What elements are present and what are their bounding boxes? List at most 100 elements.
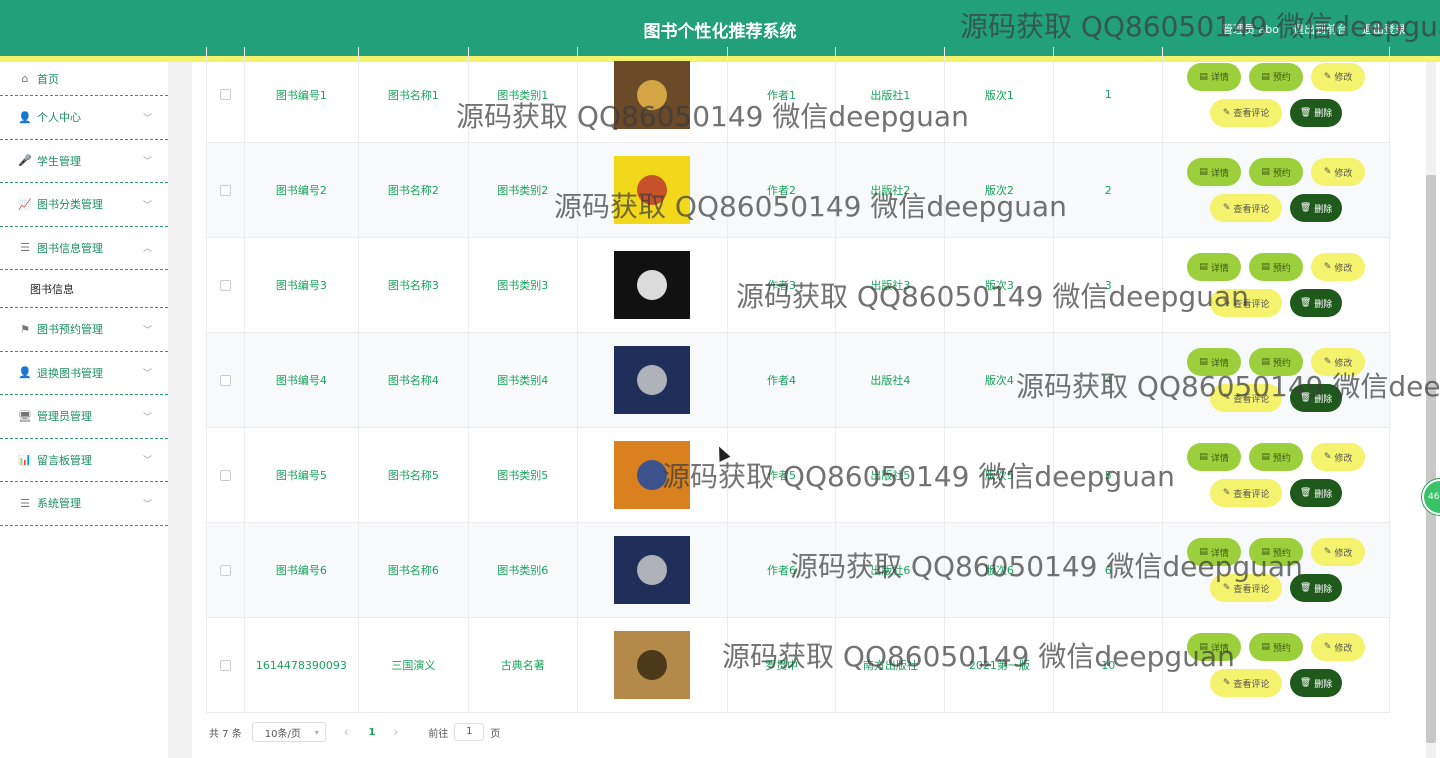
edit-button[interactable]: ✎ 修改	[1311, 538, 1366, 566]
edit-label: 修改	[1334, 643, 1353, 654]
goto-page-input[interactable]: 1	[454, 723, 485, 741]
book-author: 作者6	[728, 523, 837, 617]
sidebar-item[interactable]: 🖥 管理员管理 ﹀	[0, 395, 168, 439]
detail-button[interactable]: ▤ 详情	[1187, 633, 1242, 661]
book-cover-image[interactable]	[614, 536, 691, 604]
row-checkbox[interactable]	[219, 469, 231, 481]
page-size-select[interactable]: 10条/页 ▾	[251, 722, 326, 742]
sidebar-item[interactable]: 🎤 学生管理 ﹀	[0, 140, 168, 183]
cover-art	[637, 270, 668, 300]
edit-button[interactable]: ✎ 修改	[1311, 443, 1366, 471]
reserve-button[interactable]: ▤ 预约	[1249, 158, 1304, 186]
trash-icon: 🗑	[1299, 203, 1312, 213]
delete-label: 删除	[1314, 679, 1333, 690]
detail-button[interactable]: ▤ 详情	[1187, 253, 1242, 281]
floating-badge[interactable]: 46	[1422, 479, 1440, 515]
book-cover-image[interactable]	[614, 156, 691, 224]
sidebar-item-label: 留言板管理	[37, 453, 92, 467]
delete-label: 删除	[1314, 584, 1333, 595]
book-cover-cell	[578, 523, 728, 617]
view-reviews-button[interactable]: ✎ 查看评论	[1210, 98, 1283, 127]
edit-label: 修改	[1334, 548, 1353, 559]
detail-button[interactable]: ▤ 详情	[1187, 443, 1242, 471]
delete-button[interactable]: 🗑 删除	[1290, 574, 1343, 602]
edit-button[interactable]: ✎ 修改	[1311, 62, 1366, 91]
detail-button[interactable]: ▤ 详情	[1187, 158, 1242, 186]
book-cover-cell	[578, 47, 728, 142]
book-number: 图书编号6	[245, 523, 359, 617]
delete-button[interactable]: 🗑 删除	[1290, 669, 1343, 697]
delete-button[interactable]: 🗑 删除	[1290, 384, 1343, 412]
delete-button[interactable]: 🗑 删除	[1290, 194, 1343, 222]
edit-button[interactable]: ✎ 修改	[1311, 348, 1366, 376]
sidebar-item[interactable]: ⚑ 图书预约管理 ﹀	[0, 308, 168, 352]
sidebar-item[interactable]: ☰ 系统管理 ﹀	[0, 482, 168, 526]
scrollbar-thumb[interactable]	[1426, 175, 1436, 743]
delete-button[interactable]: 🗑 删除	[1290, 289, 1343, 317]
sidebar-item[interactable]: ☰ 图书信息管理 ︿	[0, 227, 168, 270]
book-number: 1614478390093	[245, 618, 359, 712]
book-cover-image[interactable]	[614, 251, 691, 319]
row-checkbox[interactable]	[219, 374, 231, 386]
edit-button[interactable]: ✎ 修改	[1311, 158, 1366, 186]
delete-button[interactable]: 🗑 删除	[1290, 98, 1343, 127]
detail-button[interactable]: ▤ 详情	[1187, 62, 1242, 91]
row-actions: ▤ 详情 ▤ 预约 ✎ 修改 ✎ 查看评论 🗑 删除	[1163, 523, 1390, 617]
sidebar-item[interactable]: 📈 图书分类管理 ﹀	[0, 183, 168, 227]
view-reviews-button[interactable]: ✎ 查看评论	[1210, 289, 1283, 317]
sidebar-subitem-book-info[interactable]: 图书信息	[0, 270, 168, 308]
edit-button[interactable]: ✎ 修改	[1311, 253, 1366, 281]
reserve-label: 预约	[1272, 73, 1291, 83]
trash-icon: 🗑	[1299, 583, 1312, 593]
reserve-label: 预约	[1272, 168, 1291, 179]
sidebar-item[interactable]: 👤 退换图书管理 ﹀	[0, 352, 168, 395]
row-actions: ▤ 详情 ▤ 预约 ✎ 修改 ✎ 查看评论 🗑 删除	[1163, 618, 1390, 712]
doc-icon: ▤	[1199, 357, 1208, 367]
next-page-button[interactable]: ›	[394, 725, 399, 739]
view-reviews-button[interactable]: ✎ 查看评论	[1210, 384, 1283, 412]
book-cover-image[interactable]	[614, 631, 691, 699]
view-reviews-button[interactable]: ✎ 查看评论	[1210, 194, 1283, 222]
detail-label: 详情	[1210, 548, 1229, 559]
reserve-button[interactable]: ▤ 预约	[1249, 538, 1304, 566]
reserve-button[interactable]: ▤ 预约	[1249, 62, 1304, 91]
row-checkbox[interactable]	[219, 89, 231, 100]
reserve-button[interactable]: ▤ 预约	[1249, 633, 1304, 661]
sidebar-item[interactable]: 📊 留言板管理 ﹀	[0, 439, 168, 482]
row-checkbox[interactable]	[219, 184, 231, 196]
row-checkbox[interactable]	[219, 659, 231, 671]
back-to-frontend-link[interactable]: 退出到前台	[1293, 21, 1348, 37]
sidebar-item[interactable]: 👤 个人中心 ﹀	[0, 96, 168, 140]
book-edition: 版次6	[945, 523, 1055, 617]
row-checkbox[interactable]	[219, 564, 231, 576]
book-name: 图书名称3	[359, 238, 469, 332]
prev-page-button[interactable]: ‹	[344, 725, 349, 739]
book-quantity: 3	[1054, 238, 1164, 332]
reserve-button[interactable]: ▤ 预约	[1249, 253, 1304, 281]
view-reviews-button[interactable]: ✎ 查看评论	[1210, 669, 1283, 697]
sidebar: ⌂ 首页 👤 个人中心 ﹀ 🎤 学生管理 ﹀ 📈 图书分类管理 ﹀ ☰ 图书信息管理 ︿ 图书信息 ⚑ 图书预约…	[0, 62, 168, 758]
reserve-button[interactable]: ▤ 预约	[1249, 443, 1304, 471]
book-cover-image[interactable]	[614, 346, 691, 414]
book-cover-image[interactable]	[614, 60, 691, 129]
book-quantity: 4	[1054, 333, 1164, 427]
book-edition: 版次1	[945, 47, 1055, 142]
view-reviews-button[interactable]: ✎ 查看评论	[1210, 479, 1283, 507]
sidebar-item-label: 个人中心	[37, 111, 81, 125]
logout-link[interactable]: 退出登录	[1362, 21, 1406, 37]
edit-button[interactable]: ✎ 修改	[1311, 633, 1366, 661]
row-checkbox[interactable]	[219, 279, 231, 291]
sidebar-item[interactable]: ⌂ 首页	[0, 62, 168, 96]
delete-button[interactable]: 🗑 删除	[1290, 479, 1343, 507]
view-reviews-button[interactable]: ✎ 查看评论	[1210, 574, 1283, 602]
doc-icon: ▤	[1199, 452, 1208, 462]
admin-user-link[interactable]: 管理员 abo	[1222, 21, 1279, 37]
book-number: 图书编号1	[245, 47, 359, 142]
detail-label: 详情	[1210, 73, 1229, 83]
reserve-button[interactable]: ▤ 预约	[1249, 348, 1304, 376]
current-page[interactable]: 1	[369, 727, 376, 738]
book-cover-image[interactable]	[614, 441, 691, 509]
detail-button[interactable]: ▤ 详情	[1187, 538, 1242, 566]
detail-button[interactable]: ▤ 详情	[1187, 348, 1242, 376]
review-label: 查看评论	[1233, 489, 1270, 500]
